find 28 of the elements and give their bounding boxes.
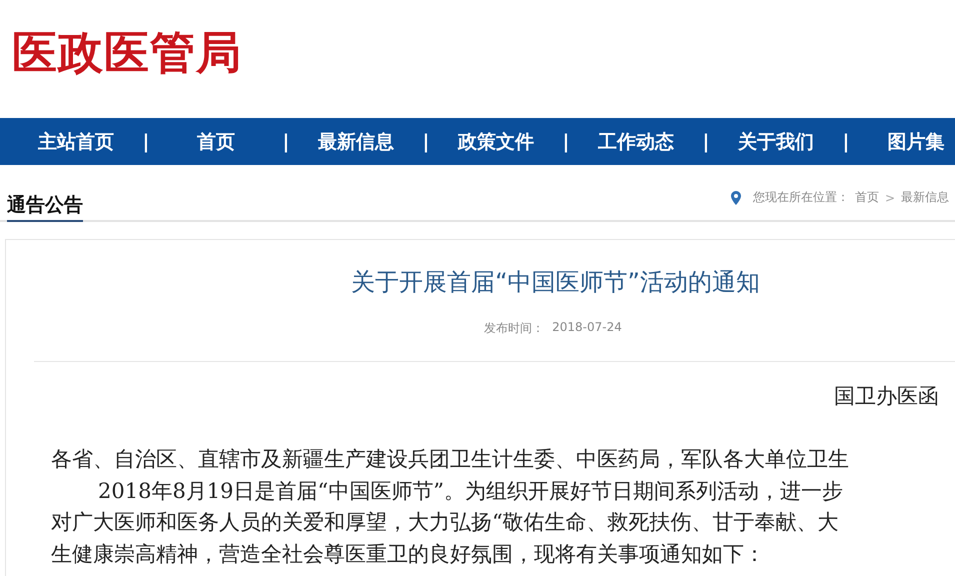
article-title: 关于开展首届“中国医师节”活动的通知 (350, 267, 761, 298)
document-number: 国卫办医函 (833, 383, 940, 410)
nav-link[interactable]: 图片集 (877, 128, 955, 154)
nav-separator: | (562, 130, 570, 152)
body-text-line: 对广大医师和医务人员的关爱和厚望，大力弘扬“敬佑生命、救死扶伤、甘于奉献、大 (51, 509, 840, 536)
nav-link[interactable]: 首页 (177, 128, 255, 154)
nav-link[interactable]: 关于我们 (737, 128, 815, 154)
section-title: 通告公告 (7, 192, 83, 222)
breadcrumb-link[interactable]: 最新信息 (901, 189, 949, 206)
nav-link[interactable]: 工作动态 (597, 128, 675, 154)
nav-separator: | (702, 130, 710, 152)
body-text-line: 2018年8月19日是首届“中国医师节”。为组织开展好节日期间系列活动，进一步 (97, 478, 844, 504)
breadcrumb-link[interactable]: 首页 (854, 189, 879, 206)
breadcrumb-separator: > (884, 190, 895, 204)
nav-link[interactable]: 主站首页 (37, 128, 115, 154)
nav-separator: | (422, 130, 430, 152)
body-text-line: 生健康崇高精神，营造全社会尊医重卫的良好氛围，现将有关事项通知如下： (51, 540, 766, 568)
nav-link[interactable]: 最新信息 (317, 128, 395, 154)
breadcrumb-label: 您现在所在位置： (752, 189, 849, 206)
body-text-line: 各省、自治区、直辖市及新疆生产建设兵团卫生计生委、中医药局，军队各大单位卫生 (51, 446, 850, 473)
publish-date: 2018-07-24 (552, 320, 622, 336)
nav-separator: | (842, 130, 850, 152)
date-label: 发布时间： (484, 320, 544, 337)
location-pin-icon (730, 190, 741, 204)
site-logo: 医政医管局 (12, 25, 242, 81)
nav-separator: | (282, 130, 290, 152)
nav-link[interactable]: 政策文件 (457, 128, 535, 154)
nav-separator: | (142, 130, 150, 152)
